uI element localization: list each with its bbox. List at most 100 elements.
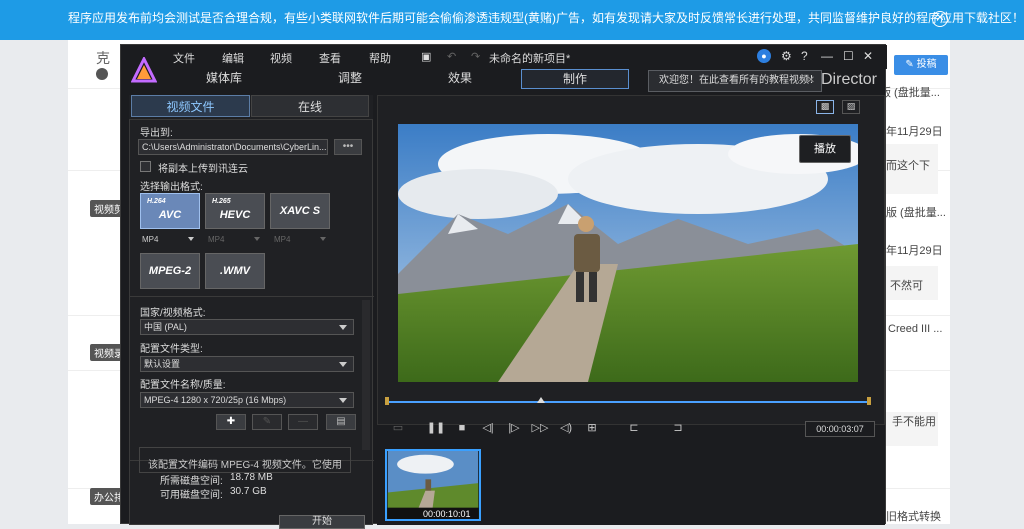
disk-needed-label: 所需磁盘空间: [160,476,223,487]
format-avc-button[interactable]: H.264 AVC [140,193,200,229]
mark-out-icon[interactable]: ⊐ [667,417,689,439]
tab-adjust[interactable]: 调整 [307,69,393,89]
stop-icon[interactable]: ■ [451,417,473,439]
grid-icon[interactable]: ⊞ [581,417,603,439]
brand-text: Director [821,71,878,88]
project-title: 未命名的新项目* [489,53,571,65]
article-text: 而这个下 [886,160,930,172]
menu-edit[interactable]: 编辑 [222,50,244,66]
format-hevc-button[interactable]: H.265 HEVC [205,193,265,229]
format-label: 选择输出格式: [140,182,203,193]
edit-profile-button: ✎ [252,414,282,430]
powerdirector-window: 文件 编辑 视频 查看 帮助 ▣ ↶ ↷ 未命名的新项目* ● ⚙ ? — ☐ … [120,44,887,529]
tab-video-file[interactable]: 视频文件 [131,95,250,117]
menu-file[interactable]: 文件 [173,50,195,66]
container-select: MP4 [272,233,330,246]
menu-help[interactable]: 帮助 [369,50,391,66]
format-xavcs-button[interactable]: XAVC S [270,193,330,229]
article-text: 旧格式转换 [886,511,941,523]
profile-info-button[interactable]: ▤ [326,414,356,430]
upload-label: 将副本上传到讯连云 [158,164,248,175]
browse-button[interactable]: ••• [334,139,362,155]
clip-strip: 00:00:10:01 [377,441,885,525]
format-name: AVC [158,209,182,221]
article-text: Creed III ... [888,323,943,335]
gear-icon[interactable]: ⚙ [781,49,792,63]
notice-text: 程序应用发布前均会测试是否合理合规，有些小类联网软件后期可能会偷偷渗透违规型(黄… [68,11,1024,25]
country-label: 国家/视频格式: [140,308,206,319]
help-icon[interactable]: ? [801,49,808,63]
volume-icon[interactable]: ◁) [555,417,577,439]
format-name: .WMV [220,265,250,277]
profile-name-select[interactable]: MPEG-4 1280 x 720/25p (16 Mbps) [140,392,354,408]
close-icon[interactable]: ✕ [932,11,948,27]
notification-icon[interactable]: ● [757,49,771,63]
format-wmv-button[interactable]: .WMV [205,253,265,289]
profile-type-select[interactable]: 默认设置 [140,356,354,372]
profile-type-label: 配置文件类型: [140,344,203,355]
maximize-icon[interactable]: ☐ [843,49,854,63]
format-mpeg2-button[interactable]: MPEG-2 [140,253,200,289]
article-date: 年11月29日 [886,126,943,138]
article-text: 手不能用 [892,416,936,428]
next-frame-icon[interactable]: |▷ [503,417,525,439]
save-icon[interactable]: ▣ [421,50,431,63]
profile-name-label: 配置文件名称/质量: [140,380,226,391]
export-path-field[interactable]: C:\Users\Administrator\Documents\CyberLi… [138,139,328,155]
undo-icon[interactable]: ↶ [447,50,456,63]
disk-free-label: 可用磁盘空间: [160,490,223,501]
container-select: MP4 [206,233,264,246]
remove-profile-button: — [288,414,318,430]
tab-media[interactable]: 媒体库 [181,69,267,89]
codec-label: H.264 [147,198,166,205]
tab-online[interactable]: 在线 [251,95,369,117]
export-label: 导出到: [140,128,173,139]
previous-frame-icon[interactable]: ◁| [477,417,499,439]
close-icon[interactable]: ✕ [863,49,873,63]
welcome-tip: 欢迎您！在此查看所有的教程视频！ ✕ [648,70,822,92]
format-name: MPEG-2 [148,265,192,277]
pause-icon[interactable]: ❚❚ [425,417,447,439]
profile-description: 该配置文件编码 MPEG-4 视频文件。它使用 [139,447,351,473]
country-select[interactable]: 中国 (PAL) [140,319,354,335]
preview-mode-icon[interactable]: ▭ [387,417,409,439]
apple-icon [96,68,108,80]
format-name: HEVC [219,209,251,221]
close-icon[interactable]: ✕ [807,71,815,91]
mark-in-icon[interactable]: ⊏ [623,417,645,439]
edit-icon: ✎ [905,59,917,70]
post-button[interactable]: ✎ 投稿 [894,55,948,75]
playback-controls: ▭ ❚❚ ■ ◁| |▷ ▷▷ ◁) ⊞ ⊏ ⊐ 00:00:03:07 [377,417,885,439]
fast-forward-icon[interactable]: ▷▷ [529,417,551,439]
tab-effects[interactable]: 效果 [417,69,503,89]
format-name: XAVC S [279,205,321,217]
menu-video[interactable]: 视频 [270,50,292,66]
add-profile-button[interactable]: ✚ [216,414,246,430]
post-button-label: 投稿 [916,59,937,70]
article-text: 版 (盘批量... [880,87,940,99]
redo-icon[interactable]: ↷ [471,50,480,63]
clip-duration: 00:00:10:01 [423,509,471,519]
article-text: 版 (盘批量... [886,207,946,219]
play-tooltip: 播放 [799,135,851,163]
tab-produce[interactable]: 制作 [521,69,629,89]
powerdirector-logo-icon [131,57,157,83]
menu-bar: 文件 编辑 视频 查看 帮助 ▣ ↶ ↷ 未命名的新项目* ● ⚙ ? — ☐ … [121,45,887,69]
disk-needed-value: 18.78 MB [230,472,273,483]
upload-checkbox[interactable] [140,161,151,172]
timecode-display: 00:00:03:07 [805,421,875,437]
panel-scrollbar[interactable] [362,300,370,450]
article-date: 年11月29日 [886,245,943,257]
notice-banner: 程序应用发布前均会测试是否合理合规，有些小类联网软件后期可能会偷偷渗透违规型(黄… [0,0,1024,40]
start-button[interactable]: 开始 [279,515,365,529]
minimize-icon[interactable]: — [821,49,833,63]
site-brand: 克 [96,50,110,66]
image-icon[interactable]: ▨ [842,100,860,114]
timeline-scrubber[interactable] [385,397,871,407]
menu-view[interactable]: 查看 [319,50,341,66]
container-select[interactable]: MP4 [140,233,198,246]
codec-label: H.265 [212,198,231,205]
snapshot-icon[interactable]: ▩ [816,100,834,114]
article-text: 不然可 [890,280,923,292]
welcome-tip-text: 欢迎您！在此查看所有的教程视频！ [659,75,819,86]
